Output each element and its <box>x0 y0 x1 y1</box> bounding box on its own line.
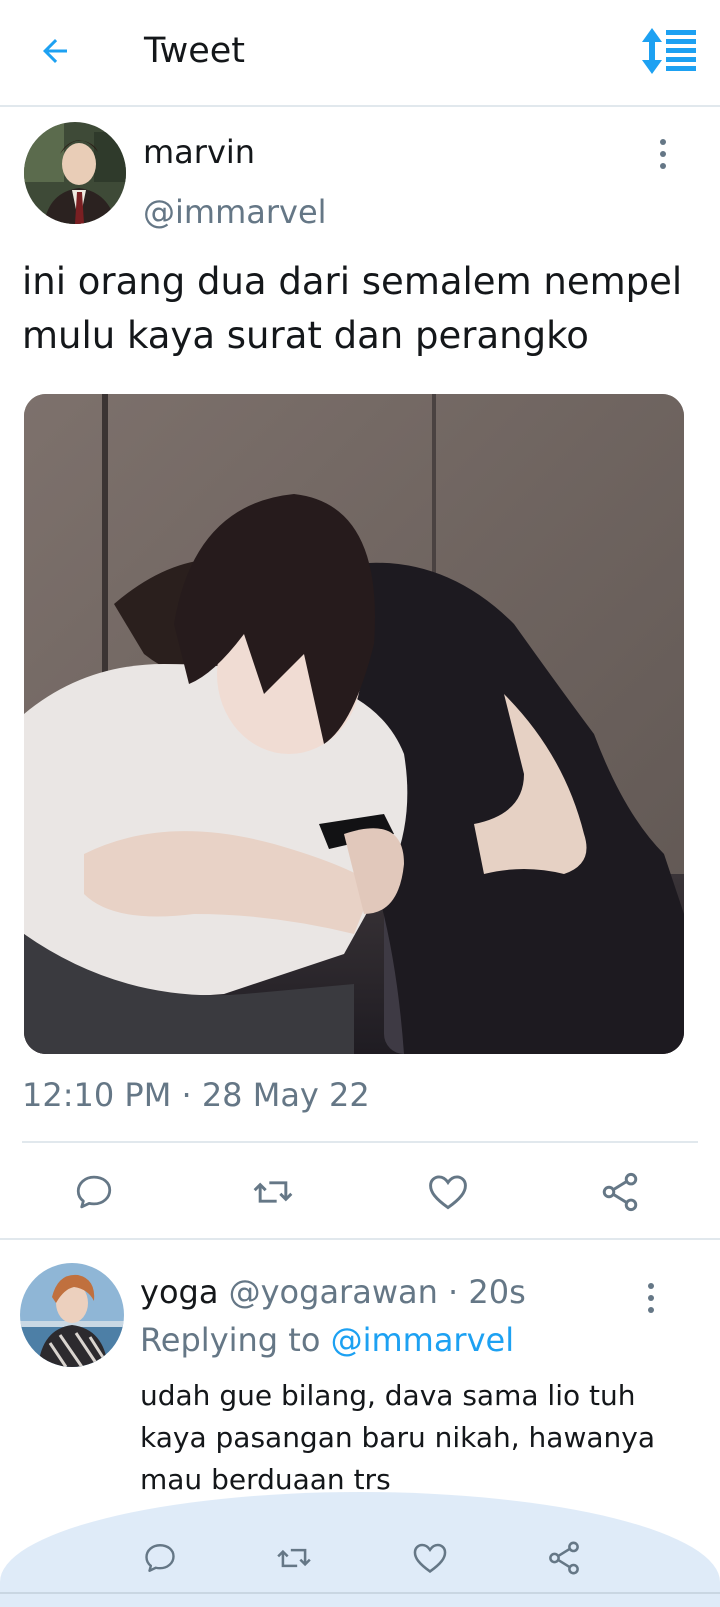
more-dot-icon <box>648 1307 654 1313</box>
like-icon <box>413 1543 447 1574</box>
tweet-text: ini orang dua dari semalem nempel mulu k… <box>22 260 683 357</box>
reply-time: · 20s <box>448 1273 526 1311</box>
replying-to-line: Replying to @immarvel <box>140 1318 514 1362</box>
top-bar: Tweet <box>0 0 720 107</box>
reply-author-name[interactable]: yoga <box>140 1273 218 1311</box>
more-dot-icon <box>648 1295 654 1301</box>
share-button[interactable] <box>592 1164 648 1220</box>
author-name[interactable]: marvin <box>143 130 255 174</box>
reply-share-button[interactable] <box>536 1530 592 1586</box>
replying-to-mention[interactable]: @immarvel <box>331 1321 515 1359</box>
share-icon <box>549 1541 579 1575</box>
share-icon <box>602 1172 638 1212</box>
tweet-photo[interactable] <box>24 394 684 1054</box>
reply-reply-button[interactable] <box>132 1530 188 1586</box>
page-title: Tweet <box>144 31 246 71</box>
back-button[interactable] <box>30 26 80 76</box>
more-dot-icon <box>648 1283 654 1289</box>
back-arrow-icon <box>43 39 67 63</box>
more-dot-icon <box>660 151 666 157</box>
divider <box>22 1141 698 1143</box>
more-dot-icon <box>660 163 666 169</box>
retweet-icon <box>253 1181 293 1203</box>
reply-button[interactable] <box>66 1164 122 1220</box>
sort-icon <box>642 28 696 74</box>
like-button[interactable] <box>420 1164 476 1220</box>
retweet-button[interactable] <box>245 1164 301 1220</box>
retweet-icon <box>277 1548 311 1568</box>
reply-actions <box>0 1530 720 1590</box>
tweet-timestamp: 12:10 PM · 28 May 22 <box>22 1076 370 1114</box>
reply-author-avatar[interactable] <box>20 1263 124 1367</box>
replying-to-label: Replying to <box>140 1321 321 1359</box>
author-handle[interactable]: @immarvel <box>143 190 327 234</box>
reply-retweet-button[interactable] <box>266 1530 322 1586</box>
reply-icon <box>145 1544 175 1572</box>
reply-more-button[interactable] <box>636 1276 666 1320</box>
like-icon <box>429 1175 467 1210</box>
reply-text: udah gue bilang, dava sama lio tuh kaya … <box>140 1379 655 1496</box>
reply-author-line: yoga @yogarawan · 20s <box>140 1270 526 1314</box>
reply-icon <box>76 1175 112 1209</box>
author-avatar[interactable] <box>24 122 126 224</box>
tweet-more-button[interactable] <box>648 132 678 176</box>
sort-button[interactable] <box>640 24 700 78</box>
divider <box>0 1592 720 1594</box>
reply-author-handle[interactable]: @yogarawan <box>229 1273 438 1311</box>
tweet-actions <box>0 1164 720 1224</box>
reply-like-button[interactable] <box>402 1530 458 1586</box>
divider <box>0 1238 720 1240</box>
more-dot-icon <box>660 139 666 145</box>
